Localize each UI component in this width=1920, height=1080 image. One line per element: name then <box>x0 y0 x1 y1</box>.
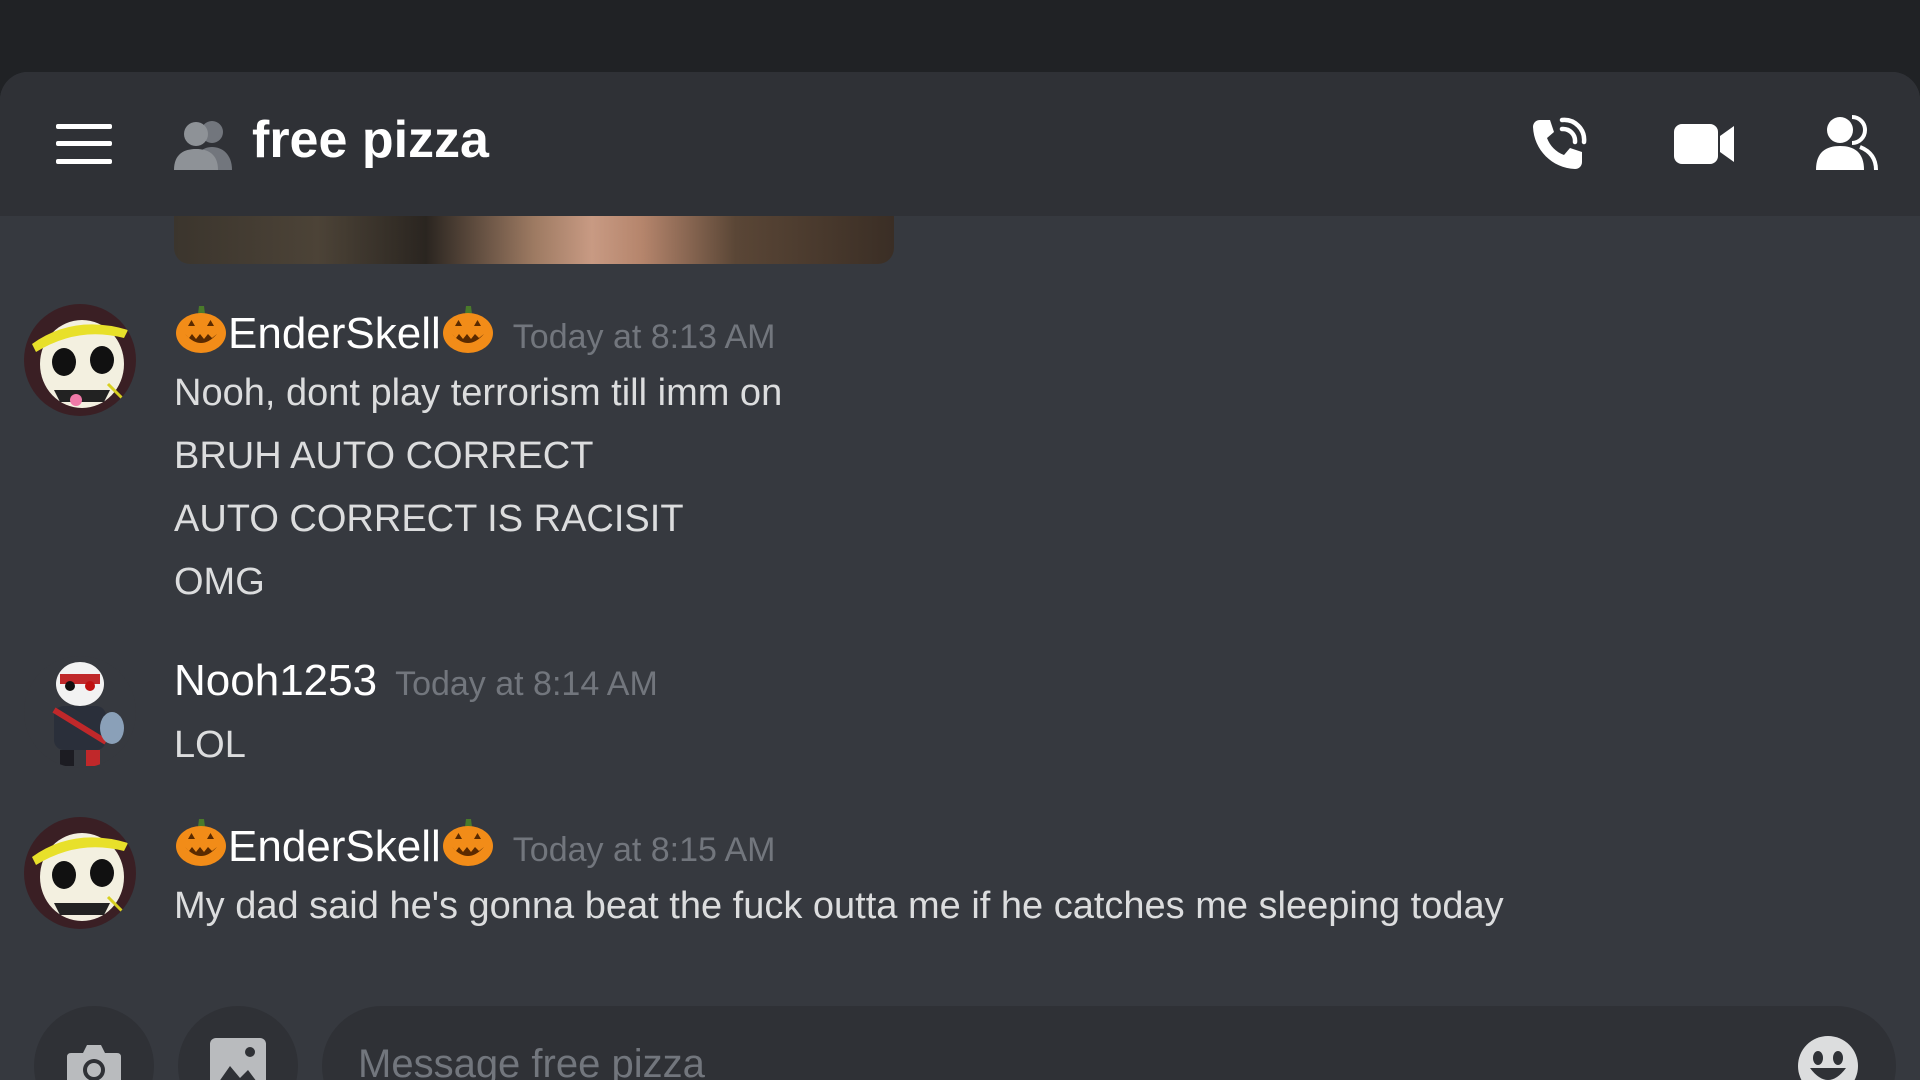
emoji-icon[interactable] <box>1796 1034 1860 1080</box>
avatar[interactable] <box>24 656 136 768</box>
skull-avatar-icon <box>24 817 136 929</box>
message-input[interactable]: Message free pizza <box>322 1006 1896 1080</box>
message-author[interactable]: Nooh1253 Today at 8:14 AM <box>174 656 658 706</box>
message-input-placeholder: Message free pizza <box>358 1042 705 1080</box>
menu-icon[interactable] <box>56 124 112 164</box>
message-timestamp: Today at 8:15 AM <box>512 831 776 869</box>
message-timestamp: Today at 8:14 AM <box>395 665 658 703</box>
avatar[interactable] <box>24 817 136 929</box>
author-name: Nooh1253 <box>174 656 378 705</box>
camera-button[interactable] <box>34 1006 154 1080</box>
jack-o-lantern-icon <box>442 306 493 353</box>
image-icon <box>210 1038 266 1080</box>
author-name: EnderSkell <box>228 309 441 358</box>
channel-header: free pizza <box>0 72 1920 216</box>
group-dm-icon <box>174 121 232 170</box>
camera-icon <box>67 1045 121 1080</box>
message-list[interactable]: EnderSkell Today at 8:13 AM Nooh, dont p… <box>0 216 1920 984</box>
avatar[interactable] <box>24 304 136 416</box>
message-text: Nooh, dont play terrorism till imm on <box>174 372 783 414</box>
jack-o-lantern-icon <box>176 306 226 353</box>
channel-title: free pizza <box>252 111 489 169</box>
image-attachment[interactable] <box>174 216 894 264</box>
jack-o-lantern-icon <box>176 819 226 866</box>
message-author[interactable]: EnderSkell Today at 8:15 AM <box>174 817 776 872</box>
author-name: EnderSkell <box>228 822 441 871</box>
message-text: OMG <box>174 561 265 603</box>
message-text: BRUH AUTO CORRECT <box>174 435 594 477</box>
message-author[interactable]: EnderSkell Today at 8:13 AM <box>174 304 776 359</box>
message-timestamp: Today at 8:13 AM <box>512 318 776 356</box>
skull-avatar-icon <box>24 304 136 416</box>
message-text: AUTO CORRECT IS RACISIT <box>174 498 684 540</box>
message-text: My dad said he's gonna beat the fuck out… <box>174 885 1504 927</box>
member-list-icon[interactable] <box>1814 114 1878 174</box>
message-composer: Message free pizza <box>0 984 1920 1080</box>
chat-window: free pizza EnderSkell Today at 8:13 AM N… <box>0 72 1920 1080</box>
jack-o-lantern-icon <box>442 819 493 866</box>
character-avatar-icon <box>24 656 136 768</box>
message-text: LOL <box>174 724 246 766</box>
voice-call-icon[interactable] <box>1526 114 1590 174</box>
gallery-button[interactable] <box>178 1006 298 1080</box>
video-call-icon[interactable] <box>1672 114 1736 174</box>
